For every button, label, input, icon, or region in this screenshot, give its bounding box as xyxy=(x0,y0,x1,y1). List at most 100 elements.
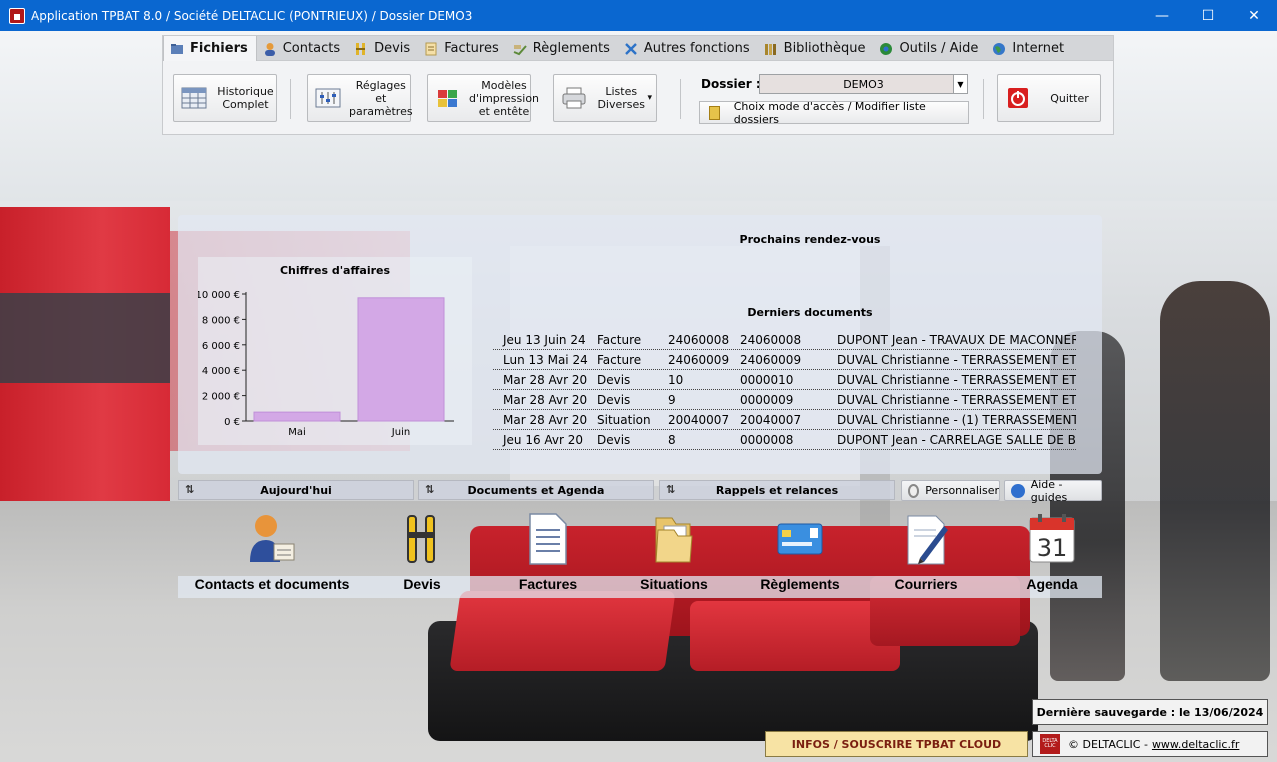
table-icon xyxy=(181,87,207,109)
x-tick-label: Juin xyxy=(391,427,410,438)
button-label: Historique xyxy=(217,85,274,98)
y-tick-label: 0 € xyxy=(224,417,240,428)
chart-title: Chiffres d'affaires xyxy=(279,264,391,277)
module-reglements[interactable]: Règlements xyxy=(735,512,865,598)
button-label: Modèles xyxy=(481,78,527,92)
document-date: Jeu 13 Juin 24 xyxy=(503,332,586,347)
rdv-title: Prochains rendez-vous xyxy=(739,233,881,246)
quitter-button[interactable]: Quitter xyxy=(997,74,1101,122)
last-save-info: Dernière sauvegarde : le 13/06/2024 xyxy=(1032,699,1268,725)
document-date: Jeu 16 Avr 20 xyxy=(503,432,584,447)
help-tools-icon xyxy=(880,42,893,55)
sort-icon: ⇅ xyxy=(666,483,676,496)
tab-documents-agenda[interactable]: ⇅ Documents et Agenda xyxy=(418,480,654,500)
invoice-icon xyxy=(425,42,437,55)
y-tick-label: 10 000 € xyxy=(198,290,240,301)
reglages-parametres-button[interactable]: Réglages et paramètres xyxy=(307,74,413,122)
ribbon-tabs: Fichiers Contacts Devis Factures Règleme… xyxy=(162,35,1114,61)
separator xyxy=(290,79,291,119)
historique-complet-button[interactable]: Historique Complet xyxy=(173,74,277,122)
document-date: Lun 13 Mai 24 xyxy=(503,352,588,367)
cloud-info-button[interactable]: INFOS / SOUSCRIRE TPBAT CLOUD xyxy=(765,731,1028,757)
title-bar: Application TPBAT 8.0 / Société DELTACLI… xyxy=(0,0,1277,31)
credit-card-icon xyxy=(777,523,823,555)
x-tick-label: Mai xyxy=(288,427,306,438)
bar-mai xyxy=(253,411,341,422)
tab-fichiers[interactable]: Fichiers xyxy=(163,36,257,61)
tab-autres-fonctions[interactable]: Autres fonctions xyxy=(618,36,758,61)
ribbon-panel: Historique Complet Réglages et paramètres … xyxy=(162,61,1114,135)
choix-mode-acces-button[interactable]: Choix mode d'accès / Modifier liste doss… xyxy=(699,99,969,126)
module-devis[interactable]: Devis xyxy=(357,512,487,598)
module-label: Règlements xyxy=(760,576,840,592)
document-row[interactable]: Jeu 16 Avr 20 Devis 8 0000008 DUPONT Jean - … xyxy=(493,430,1076,450)
button-label: Diverses xyxy=(597,98,646,111)
settings-sliders-icon xyxy=(315,88,341,108)
document-type: Devis xyxy=(597,392,631,407)
aide-guides-button[interactable]: Aide - guides xyxy=(1004,478,1102,504)
module-courriers[interactable]: Courriers xyxy=(861,512,991,598)
document-row[interactable]: Lun 13 Mai 24 Facture 24060009 24060009 DUVA… xyxy=(493,350,1076,370)
document-ref: 0000010 xyxy=(740,372,794,387)
tab-contacts[interactable]: Contacts xyxy=(257,36,348,61)
document-ref: 20040007 xyxy=(740,412,802,427)
tab-label: Documents et Agenda xyxy=(467,483,605,497)
tab-internet[interactable]: Internet xyxy=(986,36,1072,61)
tab-reglements[interactable]: Règlements xyxy=(507,36,618,61)
tab-devis[interactable]: Devis xyxy=(348,36,418,61)
ribbon: Fichiers Contacts Devis Factures Règleme… xyxy=(162,35,1114,135)
y-tick-label: 6 000 € xyxy=(202,341,240,352)
tab-factures[interactable]: Factures xyxy=(418,36,507,61)
button-label: Choix mode d'accès / Modifier liste doss… xyxy=(733,99,926,126)
document-date: Mar 28 Avr 20 xyxy=(503,392,588,407)
compass-icon xyxy=(356,42,366,55)
document-type: Facture xyxy=(597,352,642,367)
chevron-down-icon[interactable]: ▼ xyxy=(953,75,967,93)
document-row[interactable]: Mar 28 Avr 20 Situation 20040007 20040007 DU… xyxy=(493,410,1076,430)
button-label: Quitter xyxy=(1050,91,1089,105)
power-icon xyxy=(1008,88,1028,108)
document-num: 20040007 xyxy=(668,412,730,427)
document-date: Mar 28 Avr 20 xyxy=(503,412,588,427)
document-ref: 24060009 xyxy=(740,352,802,367)
tab-label: Outils / Aide xyxy=(899,41,979,56)
close-button[interactable]: ✕ xyxy=(1231,0,1277,31)
dossier-select[interactable]: DEMO3 ▼ xyxy=(759,74,968,94)
dossier-value: DEMO3 xyxy=(843,77,884,91)
tab-label: Bibliothèque xyxy=(783,41,866,56)
maximize-button[interactable]: ☐ xyxy=(1185,0,1231,31)
tab-rappels-relances[interactable]: ⇅ Rappels et relances xyxy=(659,480,895,500)
tab-aujourdhui[interactable]: ⇅ Aujourd'hui xyxy=(178,480,414,500)
folder-icon xyxy=(655,517,693,563)
calendar-icon: 31 xyxy=(1029,514,1075,563)
module-situations[interactable]: Situations xyxy=(609,512,739,598)
document-desc: DUVAL Christianne - TERRASSEMENT ET I xyxy=(837,372,1076,387)
website-link[interactable]: www.deltaclic.fr xyxy=(1152,738,1239,751)
module-factures[interactable]: Factures xyxy=(483,512,613,598)
document-row[interactable]: Mar 28 Avr 20 Devis 10 0000010 DUVAL Christi… xyxy=(493,370,1076,390)
button-label: Personnaliser xyxy=(925,484,999,497)
document-num: 24060009 xyxy=(668,352,730,367)
listes-diverses-button[interactable]: Listes Diverses ▾ xyxy=(553,74,657,122)
personnaliser-button[interactable]: Personnaliser xyxy=(901,480,1000,501)
tab-label: Autres fonctions xyxy=(643,41,750,56)
module-contacts-documents[interactable]: Contacts et documents xyxy=(195,512,349,598)
y-tick-label: 2 000 € xyxy=(202,392,240,403)
y-tick-label: 8 000 € xyxy=(202,315,240,326)
tab-bibliotheque[interactable]: Bibliothèque xyxy=(758,36,874,61)
document-icon xyxy=(529,513,567,565)
calendar-day: 31 xyxy=(1037,534,1068,562)
document-row[interactable]: Jeu 13 Juin 24 Facture 24060008 24060008 DUP… xyxy=(493,330,1076,350)
minimize-button[interactable]: — xyxy=(1139,0,1185,31)
dossier-label: Dossier : xyxy=(701,77,761,91)
document-row[interactable]: Mar 28 Avr 20 Devis 9 0000009 DUVAL Christia… xyxy=(493,390,1076,410)
compass-icon xyxy=(407,515,435,563)
modeles-impression-button[interactable]: Modèles d'impression et entête xyxy=(427,74,539,122)
help-icon xyxy=(1011,483,1025,498)
docs-title: Derniers documents xyxy=(747,306,873,319)
module-label: Agenda xyxy=(1026,576,1078,592)
contact-card-icon xyxy=(250,515,295,562)
module-agenda[interactable]: 31 Agenda xyxy=(987,512,1117,598)
module-label: Factures xyxy=(518,576,578,592)
tab-outils-aide[interactable]: Outils / Aide xyxy=(873,36,986,61)
